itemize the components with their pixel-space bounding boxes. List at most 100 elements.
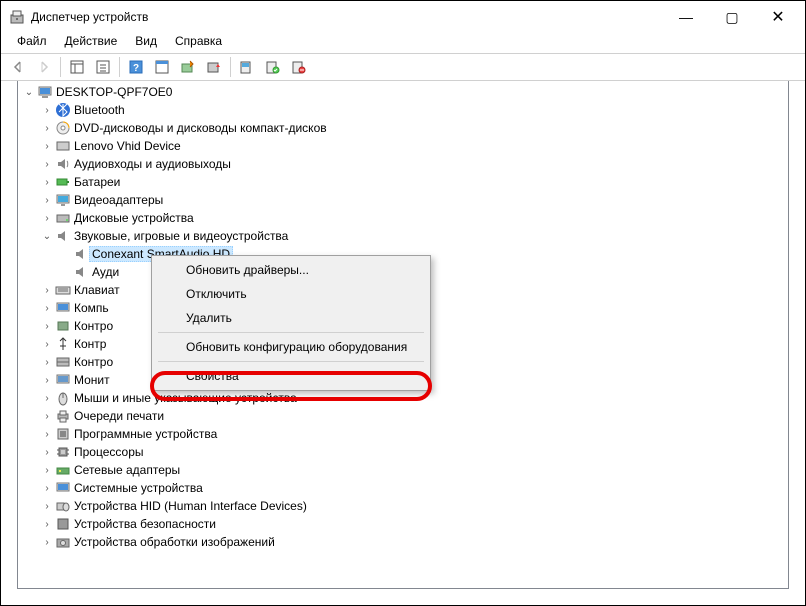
print-node[interactable]: ›Очереди печати [18, 407, 788, 425]
expand-icon[interactable]: › [40, 447, 54, 458]
expand-icon[interactable]: › [40, 159, 54, 170]
menu-file[interactable]: Файл [9, 33, 55, 53]
maximize-button[interactable]: ▢ [709, 2, 755, 32]
expand-icon[interactable]: › [40, 195, 54, 206]
audio-io-node[interactable]: ›Аудиовходы и аудиовыходы [18, 155, 788, 173]
menubar: Файл Действие Вид Справка [1, 33, 805, 53]
node-label: DESKTOP-QPF7OE0 [56, 85, 172, 99]
speaker-icon [55, 228, 71, 244]
device-tree[interactable]: ⌄ DESKTOP-QPF7OE0 › Bluetooth ›DVD-дисково… [17, 81, 789, 589]
expand-icon[interactable]: › [40, 537, 54, 548]
expand-icon[interactable]: › [40, 339, 54, 350]
scan-button[interactable] [261, 55, 285, 79]
update-driver-button[interactable] [176, 55, 200, 79]
disk-node[interactable]: ›Дисковые устройства [18, 209, 788, 227]
window-title: Диспетчер устройств [31, 10, 663, 24]
svg-text:?: ? [133, 63, 139, 74]
action-button[interactable] [150, 55, 174, 79]
context-disable[interactable]: Отключить [154, 282, 428, 306]
app-icon [9, 9, 25, 25]
node-label: Контро [74, 355, 113, 369]
expand-icon[interactable]: › [40, 303, 54, 314]
node-label: Контр [74, 337, 106, 351]
separator [60, 57, 61, 77]
expand-icon[interactable]: › [40, 429, 54, 440]
expand-icon[interactable]: › [40, 519, 54, 530]
audio-icon [55, 156, 71, 172]
node-label: Батареи [74, 175, 120, 189]
node-label: Видеоадаптеры [74, 193, 163, 207]
collapse-icon[interactable]: ⌄ [40, 231, 54, 242]
node-label: Устройства безопасности [74, 517, 216, 531]
disable-button[interactable] [202, 55, 226, 79]
node-label: Программные устройства [74, 427, 217, 441]
back-button[interactable] [6, 55, 30, 79]
sound-node[interactable]: ⌄ Звуковые, игровые и видеоустройства [18, 227, 788, 245]
hid-node[interactable]: ›Устройства HID (Human Interface Devices… [18, 497, 788, 515]
bluetooth-node[interactable]: › Bluetooth [18, 101, 788, 119]
camera-icon [55, 534, 71, 550]
security-icon [55, 516, 71, 532]
minimize-button[interactable]: — [663, 2, 709, 32]
menu-help[interactable]: Справка [167, 33, 230, 53]
node-label: Звуковые, игровые и видеоустройства [74, 229, 288, 243]
close-button[interactable]: ✕ [755, 2, 801, 32]
expand-icon[interactable]: › [40, 105, 54, 116]
node-label: Ауди [92, 265, 119, 279]
root-node[interactable]: ⌄ DESKTOP-QPF7OE0 [18, 83, 788, 101]
expand-icon[interactable]: › [40, 285, 54, 296]
expand-icon[interactable]: › [40, 501, 54, 512]
imaging-node[interactable]: ›Устройства обработки изображений [18, 533, 788, 551]
computer-icon [55, 300, 71, 316]
show-hide-button[interactable] [65, 55, 89, 79]
expand-icon[interactable]: › [40, 213, 54, 224]
uninstall-button[interactable] [235, 55, 259, 79]
controller-icon [55, 318, 71, 334]
expand-icon[interactable]: › [40, 321, 54, 332]
forward-button[interactable] [32, 55, 56, 79]
security-node[interactable]: › Устройства безопасности [18, 515, 788, 533]
node-label: Монит [74, 373, 110, 387]
node-label: Мыши и иные указывающие устройства [74, 391, 297, 405]
battery-icon [55, 174, 71, 190]
battery-node[interactable]: › Батареи [18, 173, 788, 191]
menu-view[interactable]: Вид [127, 33, 165, 53]
context-properties[interactable]: Свойства [154, 364, 428, 388]
expand-icon[interactable]: › [40, 141, 54, 152]
system-node[interactable]: ›Системные устройства [18, 479, 788, 497]
usb-icon [55, 336, 71, 352]
node-label: Компь [74, 301, 109, 315]
cpu-node[interactable]: ›Процессоры [18, 443, 788, 461]
context-update-drivers[interactable]: Обновить драйверы... [154, 258, 428, 282]
toolbar: ? [1, 53, 805, 81]
context-scan[interactable]: Обновить конфигурацию оборудования [154, 335, 428, 359]
hid-icon [55, 498, 71, 514]
network-node[interactable]: ›Сетевые адаптеры [18, 461, 788, 479]
expand-icon[interactable]: › [40, 465, 54, 476]
lenovo-node[interactable]: ›Lenovo Vhid Device [18, 137, 788, 155]
menu-action[interactable]: Действие [57, 33, 126, 53]
speaker-icon [73, 246, 89, 262]
expand-icon[interactable]: › [40, 393, 54, 404]
mouse-node[interactable]: › Мыши и иные указывающие устройства [18, 389, 788, 407]
storage-icon [55, 354, 71, 370]
cpu-icon [55, 444, 71, 460]
expand-icon[interactable]: › [40, 483, 54, 494]
dvd-node[interactable]: ›DVD-дисководы и дисководы компакт-диско… [18, 119, 788, 137]
device-icon [55, 138, 71, 154]
expand-icon[interactable]: › [40, 177, 54, 188]
collapse-icon[interactable]: ⌄ [22, 87, 36, 98]
expand-icon[interactable]: › [40, 123, 54, 134]
separator [119, 57, 120, 77]
context-delete[interactable]: Удалить [154, 306, 428, 330]
node-label: Bluetooth [74, 103, 125, 117]
help-button[interactable]: ? [124, 55, 148, 79]
remove-button[interactable] [287, 55, 311, 79]
software-node[interactable]: › Программные устройства [18, 425, 788, 443]
expand-icon[interactable]: › [40, 411, 54, 422]
properties-button[interactable] [91, 55, 115, 79]
expand-icon[interactable]: › [40, 357, 54, 368]
expand-icon[interactable]: › [40, 375, 54, 386]
titlebar[interactable]: Диспетчер устройств — ▢ ✕ [1, 1, 805, 33]
video-node[interactable]: › Видеоадаптеры [18, 191, 788, 209]
